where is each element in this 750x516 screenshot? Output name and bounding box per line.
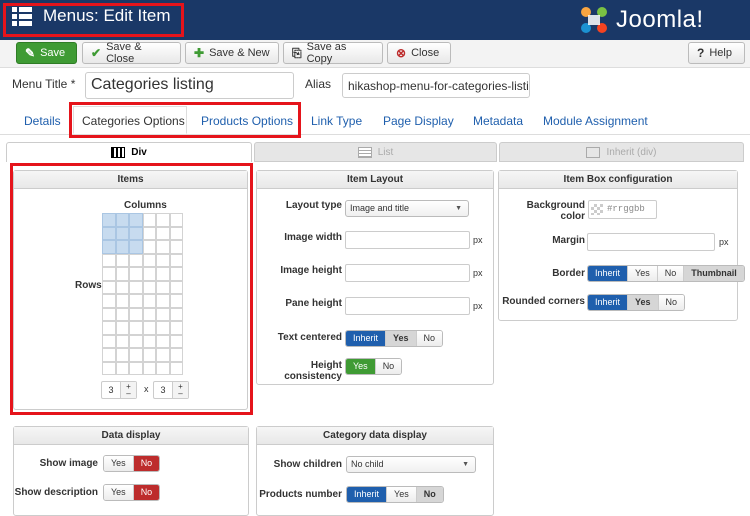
show-image-label: Show image [39, 458, 98, 469]
height-consistency-label: Height consistency [284, 360, 342, 382]
px-unit: px [473, 235, 483, 245]
rounded-corners-label: Rounded corners [502, 296, 585, 307]
rounded-yes[interactable]: Yes [628, 295, 659, 310]
px-unit: px [473, 301, 483, 311]
list-layout-icon [357, 146, 372, 158]
save-icon: ✎ [25, 46, 36, 60]
text-centered-no[interactable]: No [416, 331, 443, 346]
border-label: Border [552, 268, 585, 279]
show-children-select[interactable]: No child ▼ [346, 456, 476, 473]
chevron-down-icon: ▼ [455, 205, 462, 212]
margin-label: Margin [552, 235, 585, 246]
rounded-no[interactable]: No [658, 295, 685, 310]
show-description-no[interactable]: No [133, 485, 160, 500]
layout-type-label: Layout type [285, 200, 342, 211]
pane-height-label: Pane height [285, 298, 342, 309]
color-swatch-icon[interactable] [591, 204, 603, 215]
layout-tab-inherit[interactable]: Inherit (div) [499, 142, 744, 162]
text-centered-label: Text centered [277, 332, 342, 343]
item-box-title: Item Box configuration [499, 171, 737, 189]
save-new-button[interactable]: ✚ Save & New [185, 42, 279, 64]
help-button[interactable]: ? Help [688, 42, 745, 64]
height-consistency-yes[interactable]: Yes [346, 359, 376, 374]
rounded-inherit[interactable]: Inherit [588, 295, 629, 310]
text-centered-inherit[interactable]: Inherit [346, 331, 387, 346]
border-inherit[interactable]: Inherit [588, 266, 629, 281]
layout-tab-list[interactable]: List [254, 142, 497, 162]
menu-title-label: Menu Title * [12, 77, 76, 91]
item-layout-title: Item Layout [257, 171, 493, 189]
check-icon: ✔ [91, 46, 102, 60]
tab-module-assignment[interactable]: Module Assignment [543, 114, 648, 128]
save-button[interactable]: ✎ Save [16, 42, 77, 64]
show-description-yes[interactable]: Yes [104, 485, 134, 500]
image-height-input[interactable] [345, 264, 470, 282]
tab-link-type[interactable]: Link Type [311, 114, 362, 128]
title-highlight [3, 3, 184, 37]
save-close-button[interactable]: ✔ Save & Close [82, 41, 181, 65]
image-width-label: Image width [284, 232, 342, 243]
category-data-title: Category data display [257, 427, 493, 445]
inherit-layout-icon [586, 146, 601, 158]
alias-input[interactable]: hikashop-menu-for-categories-listing [342, 73, 530, 98]
tab-metadata[interactable]: Metadata [473, 114, 523, 128]
chevron-down-icon: ▼ [462, 461, 469, 468]
bg-color-label: Background color [526, 200, 585, 222]
text-centered-yes[interactable]: Yes [386, 331, 417, 346]
border-toggle: Inherit Yes No Thumbnail [587, 265, 745, 282]
show-image-yes[interactable]: Yes [104, 456, 134, 471]
text-centered-toggle: Inherit Yes No [345, 330, 444, 347]
layout-type-select[interactable]: Image and title ▼ [345, 200, 469, 217]
show-image-toggle: Yes No [103, 455, 161, 472]
title-row: Menu Title * Categories listing Alias hi… [0, 72, 750, 104]
pane-height-input[interactable] [345, 297, 470, 315]
save-copy-button[interactable]: ⎘ Save as Copy [283, 41, 383, 65]
div-layout-icon [111, 147, 126, 158]
margin-input[interactable] [587, 233, 715, 251]
close-icon: ⊗ [396, 46, 407, 60]
px-unit: px [473, 268, 483, 278]
joomla-logo: Joomla! [578, 5, 738, 35]
logo-text: Joomla! [616, 6, 704, 33]
show-description-toggle: Yes No [103, 484, 161, 501]
joomla-icon [581, 7, 607, 33]
image-height-label: Image height [280, 265, 342, 276]
show-image-no[interactable]: No [133, 456, 160, 471]
toolbar: ✎ Save ✔ Save & Close ✚ Save & New ⎘ Save as… [0, 40, 750, 68]
items-highlight [10, 163, 253, 415]
products-number-no[interactable]: No [416, 487, 443, 502]
tabs-highlight [69, 102, 301, 138]
height-consistency-no[interactable]: No [375, 359, 402, 374]
show-description-label: Show description [14, 487, 98, 498]
alias-label: Alias [305, 77, 332, 91]
border-yes[interactable]: Yes [628, 266, 658, 281]
help-icon: ? [697, 46, 705, 60]
layout-tab-div[interactable]: Div [6, 142, 252, 162]
products-number-label: Products number [259, 489, 342, 500]
plus-icon: ✚ [194, 46, 205, 60]
image-width-input[interactable] [345, 231, 470, 249]
copy-icon: ⎘ [292, 45, 302, 60]
rounded-corners-toggle: Inherit Yes No [587, 294, 686, 311]
show-children-label: Show children [273, 459, 342, 470]
menu-title-input[interactable]: Categories listing [85, 72, 294, 99]
products-number-toggle: Inherit Yes No [346, 486, 444, 503]
products-number-inherit[interactable]: Inherit [347, 487, 388, 502]
px-unit: px [719, 237, 729, 247]
data-display-title: Data display [14, 427, 248, 445]
border-thumbnail[interactable]: Thumbnail [684, 266, 744, 281]
products-number-yes[interactable]: Yes [387, 487, 417, 502]
border-no[interactable]: No [657, 266, 685, 281]
tab-page-display[interactable]: Page Display [383, 114, 454, 128]
tab-details[interactable]: Details [24, 114, 61, 128]
height-consistency-toggle: Yes No [345, 358, 403, 375]
close-button[interactable]: ⊗ Close [387, 42, 451, 64]
